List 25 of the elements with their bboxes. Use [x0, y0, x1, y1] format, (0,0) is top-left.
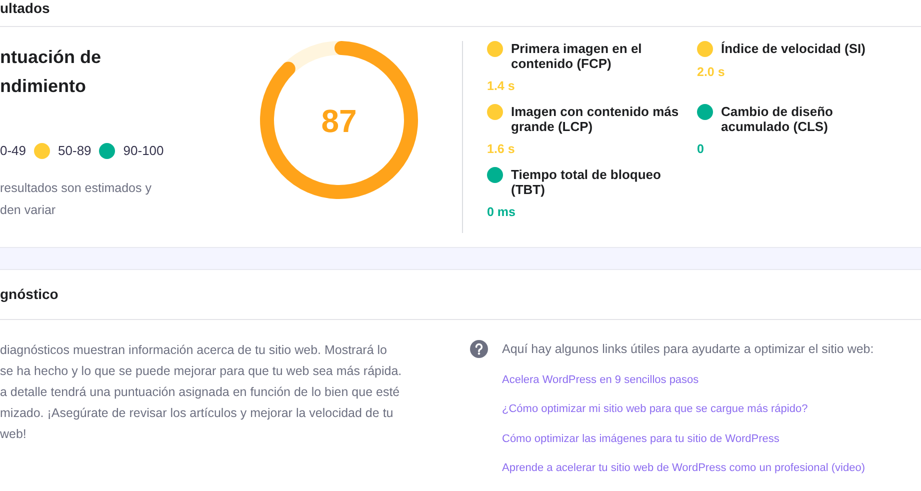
metric-name: Cambio de diseño acumulado (CLS): [721, 104, 834, 134]
metric-value: 1.4 s: [487, 78, 516, 95]
legend-label: 50-89: [58, 142, 92, 160]
metric-value: 2.0 s: [697, 64, 726, 81]
metric-value: 0: [697, 140, 705, 158]
score-title: ntuación de ndimiento: [0, 46, 102, 98]
section-title: ultados: [0, 0, 50, 16]
help-link[interactable]: Acelera WordPress en 9 sencillos pasos: [502, 372, 699, 388]
metric-name: Tiempo total de bloqueo (TBT): [511, 166, 662, 196]
metric-name: Primera imagen en el contenido (FCP): [511, 41, 643, 71]
help-link[interactable]: Cómo optimizar las imágenes para tu sitio de WordPress: [502, 430, 780, 448]
metric-value: 0 ms: [487, 204, 516, 220]
metric-value: 1.6 s: [487, 140, 516, 158]
help-text: Aquí hay algunos links útiles para ayudarte a optimizar el sitio web:: [502, 341, 874, 358]
help-icon: [470, 340, 488, 358]
note-text: resultados son estimados y den variar: [0, 180, 152, 218]
legend-label: 90-100: [123, 142, 164, 160]
section-title: gnóstico: [0, 285, 58, 304]
score-value: 87: [320, 103, 356, 139]
description-text: diagnósticos muestran información acerca de tu sitio web. Mostrará lo se ha hecho y lo que se puede mejorar para que tu web sea más rápida. a detalle tendrá una puntuación asignada en función de lo bien que esté mizado. ¡Asegúrate de revisar los artículos y mejorar la velocidad de tu web!: [0, 342, 403, 443]
help-link[interactable]: Aprende a acelerar tu sitio web de WordPress como un profesional (video): [502, 460, 865, 477]
metric-name: Índice de velocidad (SI): [721, 41, 866, 57]
help-link[interactable]: ¿Cómo optimizar mi sitio web para que se cargue más rápido?: [502, 401, 808, 418]
metric-name: Imagen con contenido más grande (LCP): [511, 104, 680, 134]
legend-label: 0-49: [0, 142, 26, 160]
